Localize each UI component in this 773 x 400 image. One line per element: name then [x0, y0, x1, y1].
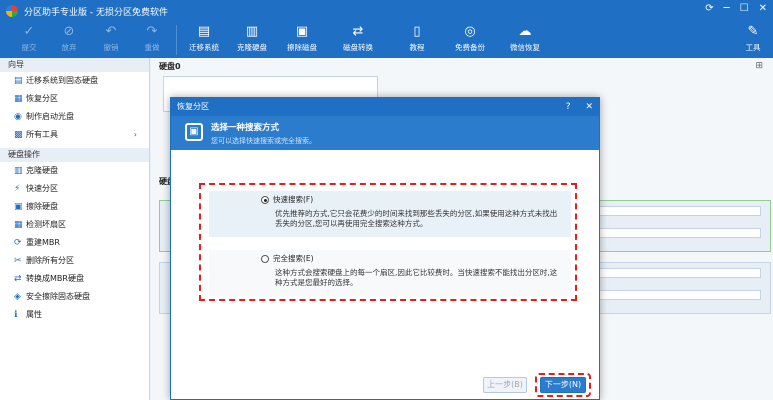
quick-search-desc: 优先推荐的方式,它只会花费少的时间来找到那些丢失的分区,如果使用这种方式未找出丢… [275, 209, 558, 228]
refresh-icon[interactable]: ⟳ [705, 3, 713, 14]
sidebar-item-convert-mbr[interactable]: ⇄ 转换成MBR硬盘 [0, 270, 149, 288]
check-icon: ✓ [23, 24, 35, 39]
convert-icon: ⇄ [352, 24, 364, 39]
submit-button[interactable]: ✓ 提交 [14, 24, 44, 53]
discard-button[interactable]: ⊘ 放弃 [54, 24, 84, 53]
sidebar-item-secure-erase[interactable]: ◈ 安全擦除固态硬盘 [0, 288, 149, 306]
tools-icon: ✎ [747, 24, 759, 39]
sidebar-item-boot-disc[interactable]: ◉ 制作启动光盘 [0, 108, 149, 126]
dialog-subheading: 您可以选择快速搜索或完全搜索。 [211, 137, 316, 145]
sidebar-item-rebuild-mbr[interactable]: ⟳ 重建MBR [0, 234, 149, 252]
recover-partition-dialog: 恢复分区 ? ✕ ▣ 选择一种搜索方式 您可以选择快速搜索或完全搜索。 快速搜索… [170, 97, 600, 400]
quick-search-option[interactable]: 快速搜索(F) 优先推荐的方式,它只会花费少的时间来找到那些丢失的分区,如果使用… [209, 191, 571, 237]
discard-icon: ⊘ [63, 24, 75, 39]
full-search-radio[interactable] [261, 255, 269, 263]
backup-icon: ◎ [464, 24, 476, 39]
dialog-header: ▣ 选择一种搜索方式 您可以选择快速搜索或完全搜索。 [171, 116, 599, 150]
redo-icon: ↷ [146, 24, 158, 39]
clone-disk-button[interactable]: ▥ 克隆硬盘 [232, 24, 272, 53]
convert-icon: ⇄ [14, 274, 22, 284]
book-icon: ▯ [413, 24, 421, 39]
sidebar-item-migrate-ssd[interactable]: ▤ 迁移系统到固态硬盘 [0, 72, 149, 90]
grid-icon: ▩ [14, 130, 23, 140]
tutorial-button[interactable]: ▯ 教程 [397, 24, 437, 53]
guide-section-title: 向导 [0, 58, 149, 72]
recover-icon: ▦ [14, 94, 23, 104]
free-backup-button[interactable]: ◎ 免费备份 [450, 24, 490, 53]
dialog-title-bar: 恢复分区 ? ✕ [171, 98, 599, 116]
dialog-close-button[interactable]: ✕ [585, 102, 593, 112]
chevron-right-icon: › [133, 130, 137, 139]
prev-button[interactable]: 上一步(B) [483, 377, 527, 393]
view-toggle-icon[interactable]: ⊞ [755, 61, 763, 71]
delete-icon: ✂ [14, 256, 22, 266]
partition-bar[interactable] [591, 228, 761, 238]
dialog-title: 恢复分区 [177, 102, 209, 111]
sidebar-item-bad-sector[interactable]: ▦ 检测坏扇区 [0, 216, 149, 234]
sidebar-item-all-tools[interactable]: ▩ 所有工具 › [0, 126, 149, 144]
disk-convert-button[interactable]: ⇄ 磁盘转换 [338, 24, 378, 53]
title-bar: 分区助手专业版 - 无损分区免费软件 ⟳ ─ ☐ ✕ [0, 0, 773, 22]
full-search-desc: 这种方式会搜索硬盘上的每一个扇区,因此它比较费时。当快速搜索不能找出分区时,这种… [275, 268, 558, 287]
migrate-icon: ▤ [14, 76, 23, 86]
dialog-heading: 选择一种搜索方式 [211, 123, 280, 133]
sidebar-item-recover-partition[interactable]: ▦ 恢复分区 [0, 90, 149, 108]
sidebar-item-quick-partition[interactable]: ⚡ 快速分区 [0, 180, 149, 198]
quick-search-radio[interactable] [261, 196, 269, 204]
wechat-recovery-button[interactable]: ☁ 微信恢复 [505, 24, 545, 53]
undo-button[interactable]: ↶ 撤销 [96, 24, 126, 53]
partition-bar[interactable] [591, 268, 761, 278]
close-button[interactable]: ✕ [759, 3, 767, 14]
tools-button[interactable]: ✎ 工具 [738, 24, 768, 53]
help-button[interactable]: ? [566, 102, 571, 112]
sidebar-item-wipe-disk[interactable]: ▣ 擦除硬盘 [0, 198, 149, 216]
migrate-icon: ▤ [197, 24, 211, 39]
minimize-button[interactable]: ─ [724, 3, 730, 14]
info-icon: ℹ [14, 310, 18, 320]
scan-icon: ▦ [14, 220, 23, 230]
sidebar-item-delete-partitions[interactable]: ✂ 删除所有分区 [0, 252, 149, 270]
wechat-icon: ☁ [518, 24, 532, 39]
toolbar-divider [176, 25, 177, 55]
full-search-option[interactable]: 完全搜索(E) 这种方式会搜索硬盘上的每一个扇区,因此它比较费时。当快速搜索不能… [209, 250, 571, 296]
sidebar: 向导 ▤ 迁移系统到固态硬盘 ▦ 恢复分区 ◉ 制作启动光盘 ▩ 所有工具 › 硬盘操作 … [0, 58, 150, 400]
undo-icon: ↶ [105, 24, 117, 39]
disk0-label: 硬盘0 [159, 62, 181, 71]
recover-partition-icon: ▣ [185, 123, 203, 141]
clone-icon: ▥ [245, 24, 259, 39]
disc-icon: ◉ [14, 112, 22, 122]
full-search-label: 完全搜索(E) [273, 254, 314, 263]
maximize-button[interactable]: ☐ [740, 3, 749, 14]
wipe-icon: ▣ [14, 202, 23, 212]
redo-button[interactable]: ↷ 重做 [137, 24, 167, 53]
partition-bar[interactable] [591, 290, 761, 300]
toolbar: ✓ 提交 ⊘ 放弃 ↶ 撤销 ↷ 重做 ▤ 迁移系统 ▥ 克隆硬盘 ▣ 擦除磁盘 ⇄ 磁盘转换 … [0, 22, 773, 58]
wipe-icon: ▣ [295, 24, 309, 39]
wipe-disk-button[interactable]: ▣ 擦除磁盘 [282, 24, 322, 53]
window-title: 分区助手专业版 - 无损分区免费软件 [24, 7, 168, 18]
disk-ops-section-title: 硬盘操作 [0, 148, 149, 162]
erase-icon: ◈ [14, 292, 21, 302]
lightning-icon: ⚡ [14, 184, 21, 194]
sidebar-item-clone-disk[interactable]: ▥ 克隆硬盘 [0, 162, 149, 180]
clone-icon: ▥ [14, 166, 23, 176]
next-button[interactable]: 下一步(N) [540, 377, 586, 393]
quick-search-label: 快速搜索(F) [273, 195, 314, 204]
app-logo-icon [6, 5, 18, 17]
rebuild-icon: ⟳ [14, 238, 22, 248]
partition-bar[interactable] [591, 206, 761, 216]
migrate-system-button[interactable]: ▤ 迁移系统 [184, 24, 224, 53]
sidebar-item-properties[interactable]: ℹ 属性 [0, 306, 149, 324]
